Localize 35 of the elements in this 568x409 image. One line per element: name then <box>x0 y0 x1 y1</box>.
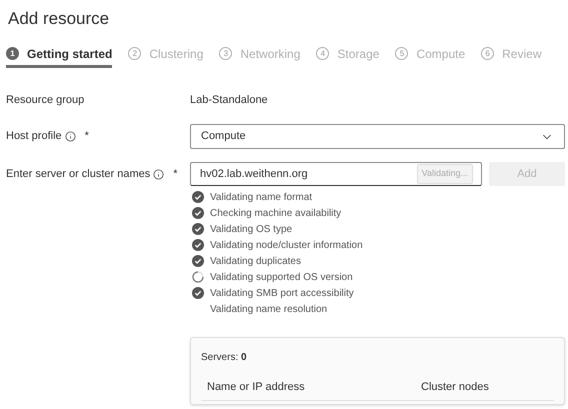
validation-step: Validating name resolution <box>210 302 328 316</box>
validation-step: Validating OS type <box>210 222 292 236</box>
server-name-field[interactable]: hv02.lab.weithenn.org Validating... <box>190 162 482 186</box>
wizard-step[interactable]: 6 Review <box>481 42 542 68</box>
info-icon[interactable] <box>153 168 164 180</box>
column-header: Name or IP address <box>207 380 306 395</box>
validation-step: Validating supported OS version <box>210 270 353 284</box>
required-mark: * <box>173 166 178 182</box>
wizard-step[interactable]: 1 Getting started <box>6 42 112 68</box>
wizard-step[interactable]: 2 Clustering <box>128 42 204 68</box>
field-label: Enter server or cluster names <box>6 166 150 182</box>
wizard-step[interactable]: 5 Compute <box>395 42 466 68</box>
field-label: Host profile <box>6 129 62 144</box>
page-title: Add resource <box>8 8 110 30</box>
step-number: 6 <box>481 47 494 60</box>
validation-step: Validating duplicates <box>210 254 301 268</box>
field-label: Resource group <box>6 92 86 108</box>
step-number: 5 <box>395 47 408 60</box>
wizard-step[interactable]: 4 Storage <box>316 42 380 68</box>
validation-step: Validating name format <box>210 190 312 204</box>
step-number: 2 <box>128 47 142 60</box>
validating-button: Validating... <box>416 164 473 184</box>
required-mark: * <box>84 129 89 144</box>
info-icon[interactable] <box>64 131 76 142</box>
step-number: 1 <box>6 47 19 60</box>
validation-step: Validating node/cluster information <box>210 238 363 252</box>
step-number: 4 <box>316 47 330 60</box>
column-header: Cluster nodes <box>421 380 489 395</box>
wizard-step[interactable]: 3 Networking <box>219 42 300 68</box>
servers-count: Servers: 0 <box>201 351 248 365</box>
validation-step: Validating SMB port accessibility <box>210 286 354 300</box>
step-number: 3 <box>219 47 232 60</box>
host-profile-dropdown[interactable]: Compute <box>190 124 565 149</box>
field-value: Lab-Standalone <box>190 92 268 108</box>
validation-step: Checking machine availability <box>210 206 342 220</box>
